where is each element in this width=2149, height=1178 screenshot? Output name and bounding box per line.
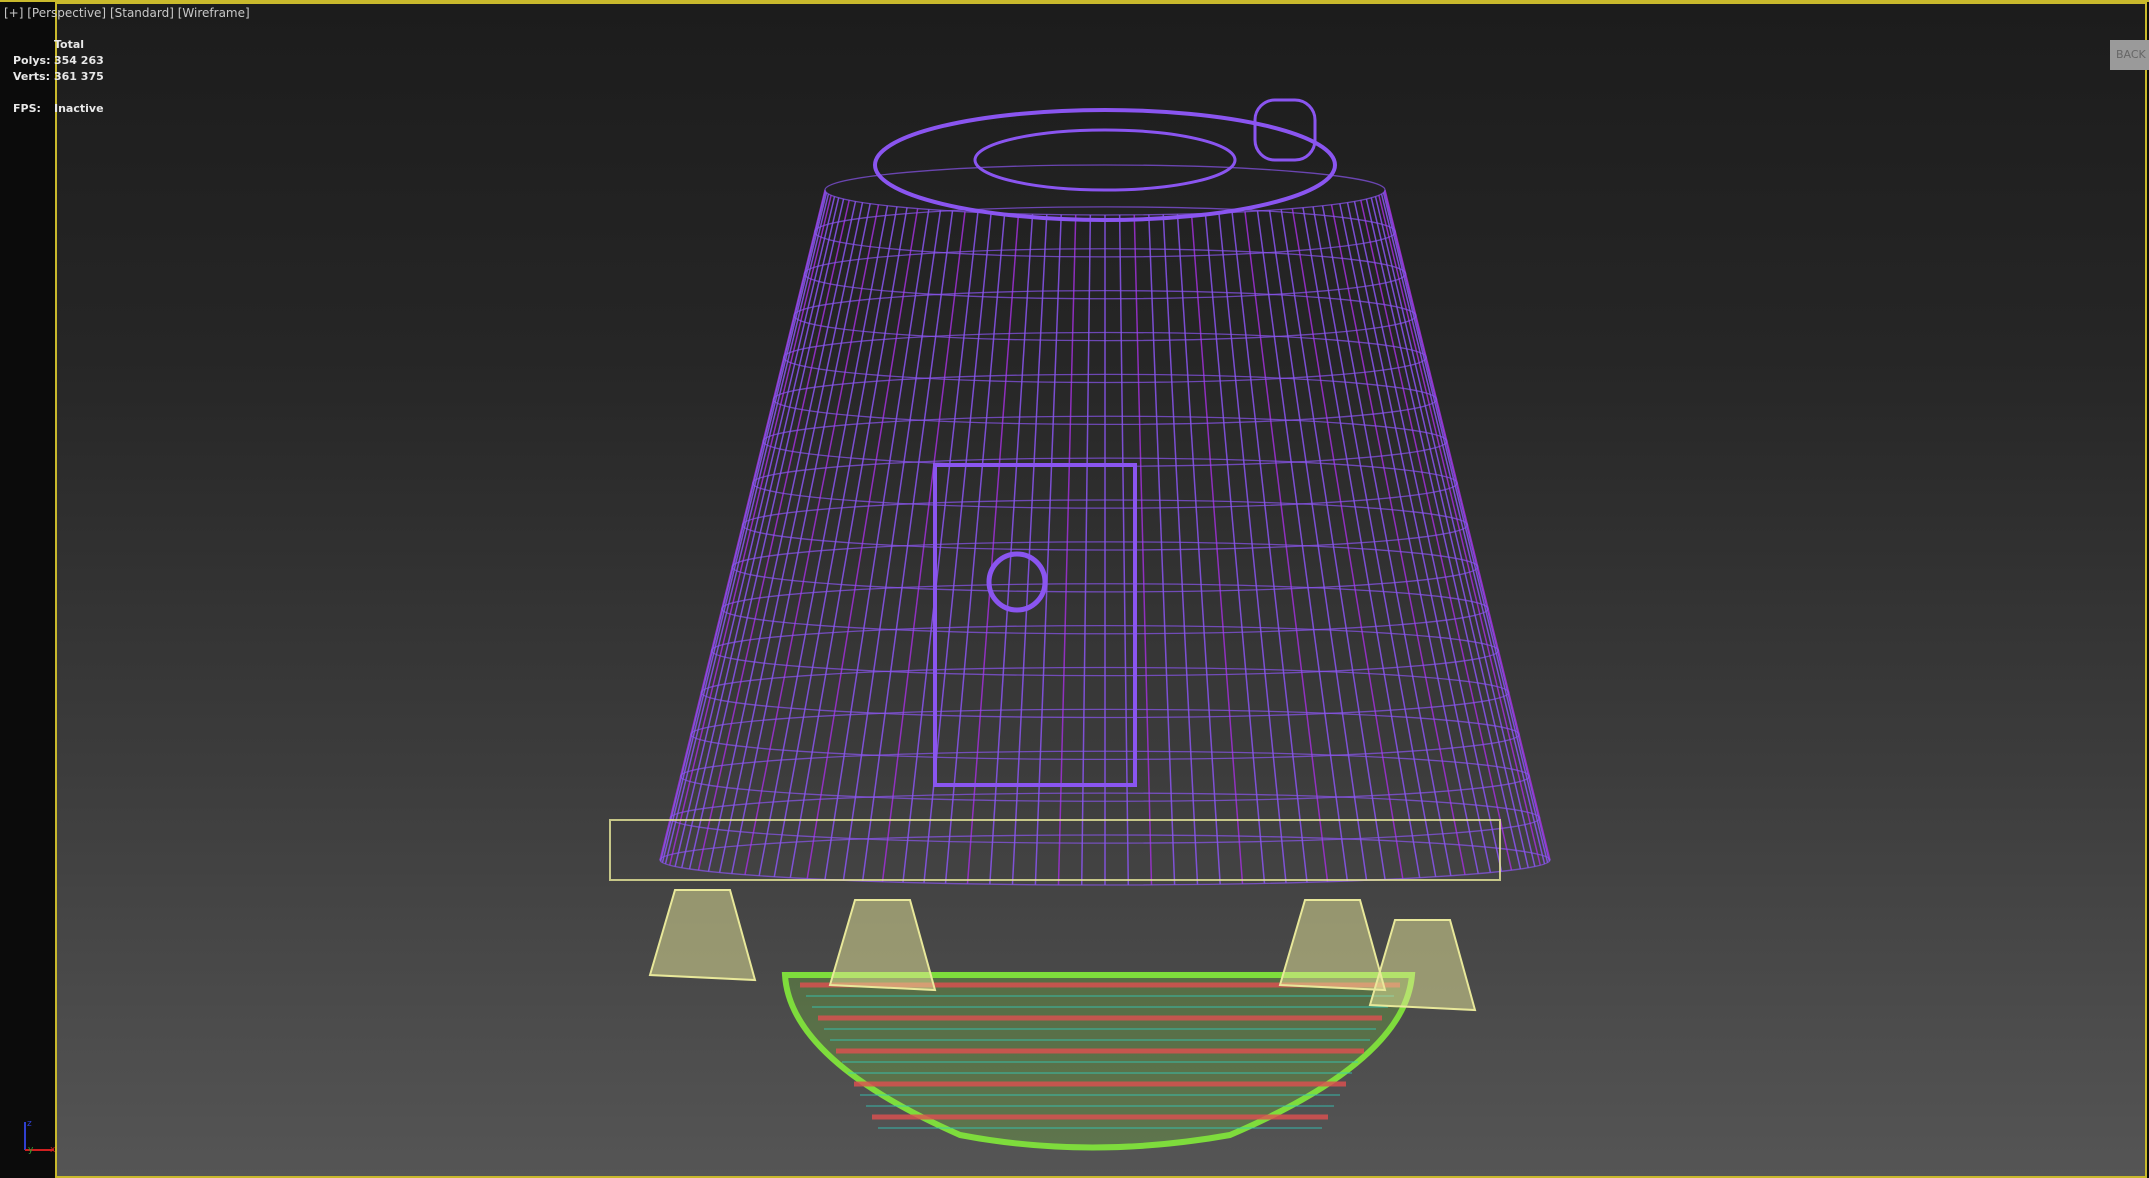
capsule-wireframe-model[interactable] xyxy=(0,0,2149,1178)
hatch-window xyxy=(986,551,1048,613)
viewcube-face-label: BACK xyxy=(2116,48,2146,61)
trunk-ring xyxy=(609,819,1501,881)
axis-z-label: z xyxy=(27,1119,32,1129)
thruster xyxy=(648,889,757,982)
thruster xyxy=(1278,899,1387,992)
axis-y-label: y xyxy=(28,1145,34,1155)
axis-x-label: x xyxy=(50,1145,56,1155)
thruster xyxy=(828,899,937,992)
docking-port xyxy=(973,128,1237,192)
thruster xyxy=(1368,919,1477,1012)
axis-tripod-icon: z y x xyxy=(24,1119,56,1155)
viewcube[interactable]: BACK xyxy=(2110,40,2149,70)
heat-shield xyxy=(781,972,1416,1151)
